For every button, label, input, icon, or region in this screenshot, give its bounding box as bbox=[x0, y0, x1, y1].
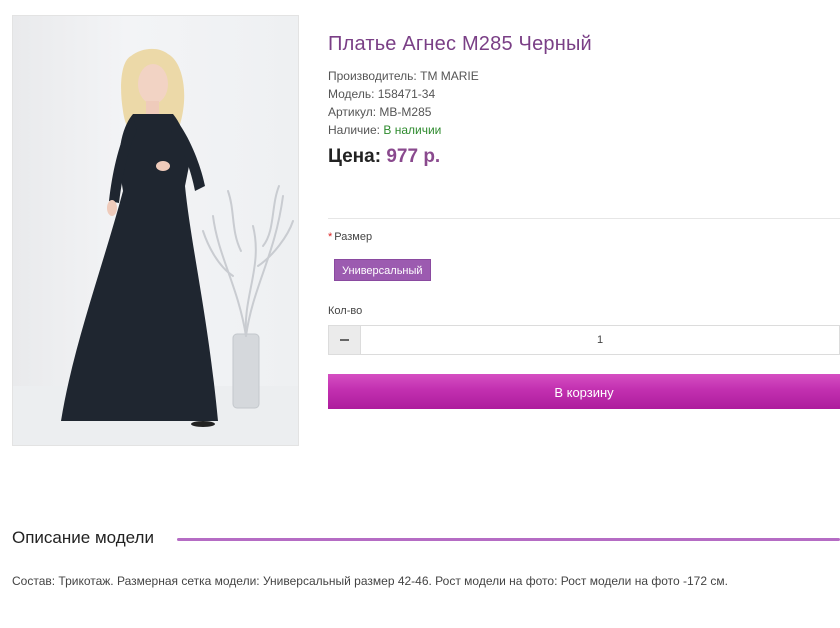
description-heading-rule bbox=[177, 538, 840, 541]
product-meta: Производитель: ТМ MARIE Модель: 158471-3… bbox=[328, 67, 479, 139]
quantity-input[interactable] bbox=[361, 326, 839, 354]
availability-value: В наличии bbox=[383, 123, 442, 137]
size-label-text: Размер bbox=[334, 231, 373, 243]
description-text: Состав: Трикотаж. Размерная сетка модели… bbox=[12, 574, 728, 588]
description-heading: Описание модели bbox=[12, 528, 154, 547]
sku-row: Артикул: MB-M285 bbox=[328, 103, 479, 121]
manufacturer-value[interactable]: ТМ MARIE bbox=[420, 69, 479, 83]
price-label: Цена: bbox=[328, 146, 382, 167]
model-label: Модель: bbox=[328, 87, 375, 101]
model-row: Модель: 158471-34 bbox=[328, 85, 479, 103]
quantity-label: Кол-во bbox=[328, 305, 363, 317]
sku-label: Артикул: bbox=[328, 105, 377, 119]
required-mark: * bbox=[328, 231, 333, 243]
manufacturer-row: Производитель: ТМ MARIE bbox=[328, 67, 479, 85]
product-title: Платье Агнес М285 Черный bbox=[328, 33, 592, 55]
availability-label: Наличие: bbox=[328, 123, 381, 137]
size-label: * Размер bbox=[328, 231, 372, 243]
price: Цена: 977 р. bbox=[328, 146, 440, 168]
model-value: 158471-34 bbox=[377, 87, 436, 101]
quantity-decrease-button[interactable] bbox=[329, 326, 361, 354]
size-option-universal[interactable]: Универсальный bbox=[334, 259, 431, 281]
product-page: Платье Агнес М285 Черный Производитель: … bbox=[0, 0, 840, 628]
options-divider bbox=[328, 218, 840, 219]
quantity-stepper bbox=[328, 325, 840, 355]
minus-icon bbox=[340, 339, 349, 341]
availability-row: Наличие: В наличии bbox=[328, 121, 479, 139]
price-value: 977 р. bbox=[386, 146, 441, 167]
manufacturer-label: Производитель: bbox=[328, 69, 417, 83]
product-photo-illustration bbox=[13, 48, 298, 445]
sku-value: MB-M285 bbox=[379, 105, 432, 119]
product-image[interactable] bbox=[12, 15, 299, 446]
add-to-cart-button[interactable]: В корзину bbox=[328, 374, 840, 409]
